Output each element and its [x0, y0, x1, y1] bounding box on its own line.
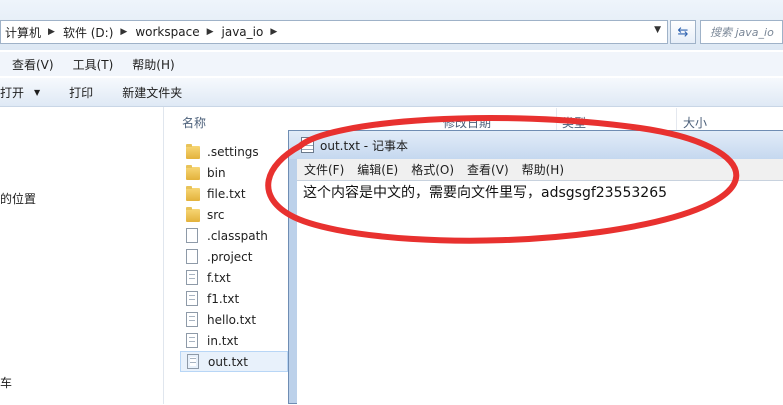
open-label: 打开: [0, 85, 25, 100]
new-folder-label: 新建文件夹: [122, 85, 183, 100]
text-file-icon: [186, 269, 200, 286]
search-placeholder: 搜索 java_io: [710, 26, 774, 39]
chevron-down-icon[interactable]: ▼: [654, 25, 661, 35]
crumb-computer[interactable]: 计算机 ▶: [1, 24, 59, 41]
file-row[interactable]: in.txt: [180, 330, 288, 351]
refresh-button[interactable]: ⇆: [670, 20, 696, 44]
command-bar: 打开 ▼ 打印 新建文件夹: [0, 78, 783, 107]
column-divider[interactable]: [556, 108, 557, 132]
column-modified[interactable]: 修改日期: [443, 114, 491, 131]
menu-bar: 查看(V) 工具(T) 帮助(H): [0, 52, 783, 76]
np-menu-edit[interactable]: 编辑(E): [350, 161, 404, 178]
column-divider[interactable]: [676, 108, 677, 132]
file-name: src: [207, 207, 225, 222]
text-file-icon: [186, 290, 200, 307]
np-menu-view[interactable]: 查看(V): [460, 161, 515, 178]
crumb-label: java_io: [221, 25, 264, 39]
menu-view[interactable]: 查看(V): [0, 56, 61, 73]
open-button[interactable]: 打开 ▼: [0, 84, 40, 101]
notepad-text-area[interactable]: [297, 180, 783, 405]
chevron-right-icon[interactable]: ▶: [205, 27, 218, 37]
np-menu-format[interactable]: 格式(O): [404, 161, 460, 178]
crumb-label: 计算机: [5, 25, 42, 40]
file-name: .classpath: [207, 228, 268, 243]
notepad-title: out.txt - 记事本: [320, 138, 408, 153]
notepad-content: 这个内容是中文的，需要向文件里写，adsgsgf23553265: [303, 185, 668, 201]
nav-item-recent-places[interactable]: 的位置: [0, 190, 36, 207]
notepad-menu-bar: 文件(F) 编辑(E) 格式(O) 查看(V) 帮助(H): [297, 159, 783, 180]
file-row[interactable]: .project: [180, 246, 288, 267]
notepad-titlebar[interactable]: out.txt - 记事本: [289, 131, 783, 159]
column-type[interactable]: 类型: [562, 114, 586, 131]
chevron-right-icon[interactable]: ▶: [118, 27, 131, 37]
menu-help[interactable]: 帮助(H): [120, 56, 181, 73]
nav-item-library[interactable]: 车: [0, 374, 12, 391]
file-row[interactable]: .classpath: [180, 225, 288, 246]
caret-down-icon: ▼: [34, 87, 41, 97]
chevron-right-icon[interactable]: ▶: [46, 27, 59, 37]
file-icon: [186, 248, 200, 265]
folder-icon: [186, 185, 200, 202]
search-input[interactable]: 搜索 java_io: [700, 20, 783, 44]
crumb-workspace[interactable]: workspace ▶: [131, 25, 217, 39]
column-size[interactable]: 大小: [683, 114, 707, 131]
text-file-icon: [187, 353, 201, 370]
file-name: out.txt: [208, 354, 248, 369]
file-row[interactable]: bin: [180, 162, 288, 183]
new-folder-button[interactable]: 新建文件夹: [122, 84, 182, 101]
file-name: .project: [207, 249, 253, 264]
file-row[interactable]: hello.txt: [180, 309, 288, 330]
folder-icon: [186, 164, 200, 181]
crumb-label: workspace: [135, 25, 200, 39]
refresh-icon: ⇆: [677, 24, 689, 40]
file-row[interactable]: src: [180, 204, 288, 225]
file-row[interactable]: .settings: [180, 141, 288, 162]
print-label: 打印: [69, 85, 94, 100]
text-file-icon: [186, 311, 200, 328]
crumb-java-io[interactable]: java_io ▶: [218, 25, 282, 39]
file-row[interactable]: f.txt: [180, 267, 288, 288]
file-row[interactable]: out.txt: [180, 351, 288, 372]
file-icon: [186, 227, 200, 244]
menu-tools[interactable]: 工具(T): [61, 56, 121, 73]
folder-icon: [186, 143, 200, 160]
file-name: hello.txt: [207, 312, 257, 327]
np-menu-file[interactable]: 文件(F): [297, 161, 350, 178]
file-name: in.txt: [207, 333, 239, 348]
print-button[interactable]: 打印: [69, 84, 93, 101]
file-name: .settings: [207, 144, 259, 159]
crumb-label: 软件 (D:): [62, 25, 114, 40]
column-name[interactable]: 名称: [182, 114, 206, 131]
file-name: file.txt: [207, 186, 246, 201]
file-name: f1.txt: [207, 291, 240, 306]
file-row[interactable]: file.txt: [180, 183, 288, 204]
chevron-right-icon[interactable]: ▶: [268, 27, 281, 37]
folder-icon: [186, 206, 200, 223]
np-menu-help[interactable]: 帮助(H): [515, 161, 570, 178]
file-row[interactable]: f1.txt: [180, 288, 288, 309]
file-name: bin: [207, 165, 226, 180]
file-name: f.txt: [207, 270, 231, 285]
text-file-icon: [186, 332, 200, 349]
navigation-pane: 的位置 车: [0, 107, 164, 404]
address-bar[interactable]: 计算机 ▶ 软件 (D:) ▶ workspace ▶ java_io ▶ ▼: [0, 20, 668, 44]
crumb-drive[interactable]: 软件 (D:) ▶: [59, 24, 131, 41]
notepad-icon: [301, 137, 314, 153]
